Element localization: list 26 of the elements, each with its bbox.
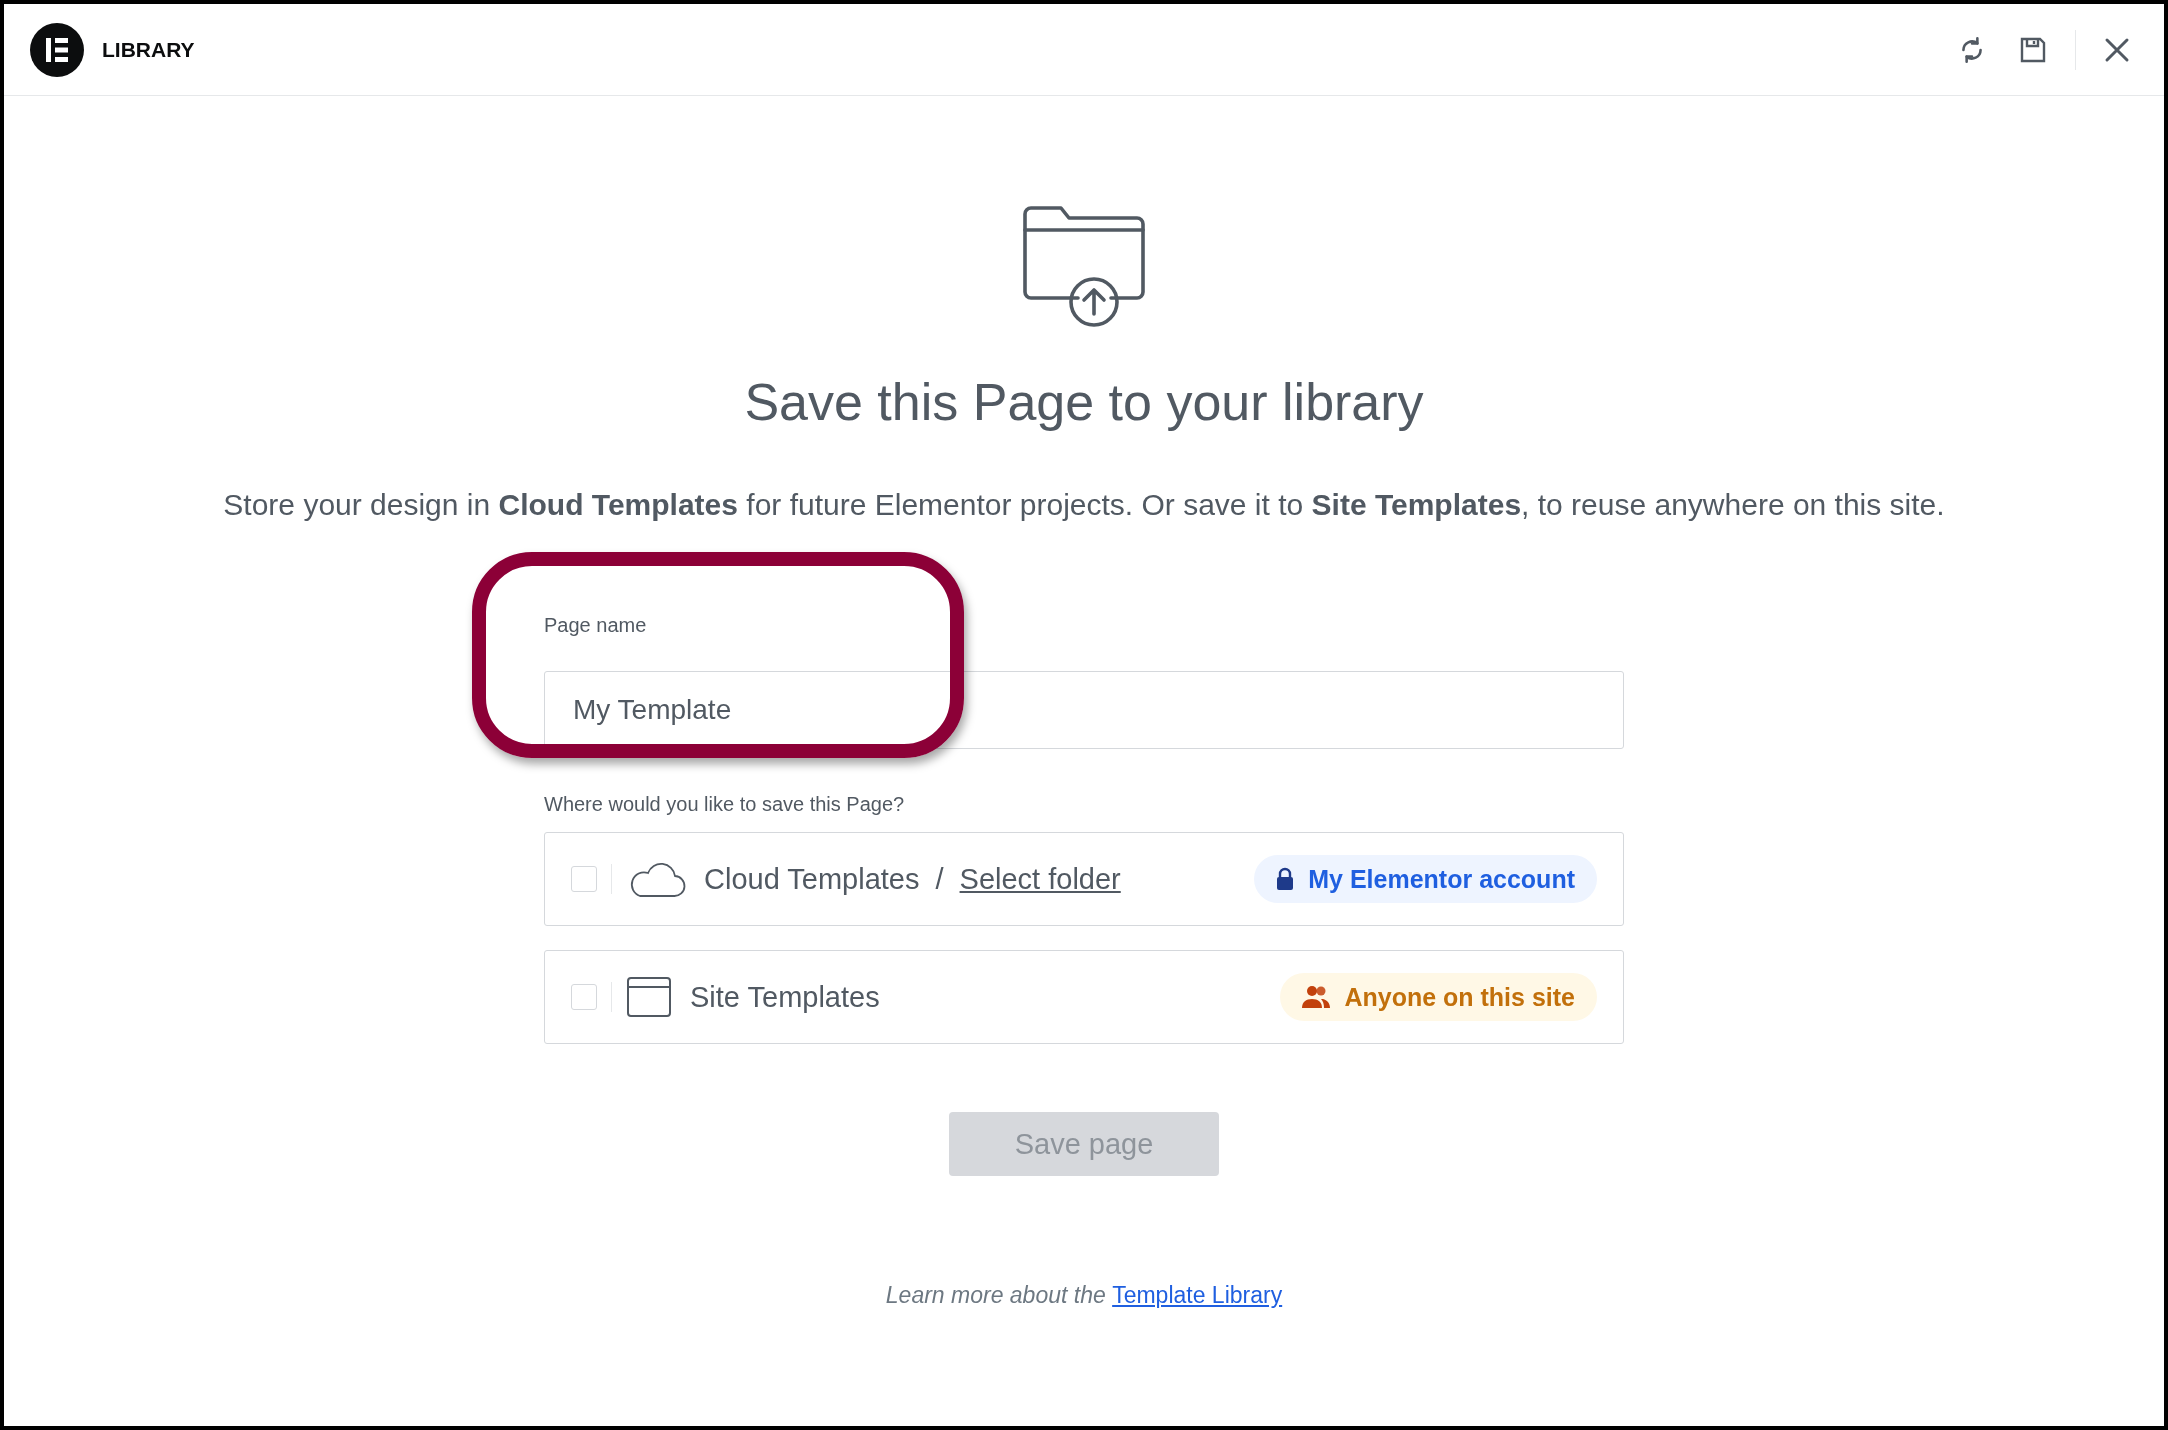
save-icon <box>2019 35 2047 64</box>
checkbox[interactable] <box>571 984 597 1010</box>
description-text: Store your design in Cloud Templates for future Elementor projects. Or save it to Site Templates, to reuse anywhere on this site. <box>223 488 1945 522</box>
select-folder-link[interactable]: Select folder <box>959 862 1121 896</box>
template-library-link[interactable]: Template Library <box>1112 1282 1283 1308</box>
badge-text: Anyone on this site <box>1344 982 1575 1012</box>
field-label: Where would you like to save this Page? <box>544 793 906 816</box>
logo-icon <box>30 22 84 77</box>
browser-window-icon <box>626 976 672 1018</box>
location-option[interactable]: Cloud Templates / Select folder My Elementor account <box>544 832 1624 926</box>
lock-icon <box>1276 867 1295 891</box>
close-icon <box>2104 36 2130 63</box>
users-icon <box>1302 985 1331 1009</box>
location-option[interactable]: Site Templates Anyone on this site <box>544 950 1624 1044</box>
checkbox[interactable] <box>571 866 597 892</box>
page-name-field[interactable]: My Template <box>544 671 1624 749</box>
option-label: Site Templates <box>690 980 880 1014</box>
option-label: Cloud Templates <box>704 862 920 896</box>
badge-text: My Elementor account <box>1308 864 1575 894</box>
library-title: LIBRARY <box>102 37 195 62</box>
folder-upload-icon <box>1023 206 1145 328</box>
page-heading: Save this Page to your library <box>744 372 1424 432</box>
footer-text: Learn more about the Template Library <box>885 1282 1283 1309</box>
refresh-icon <box>1959 34 1985 65</box>
path-separator: / <box>935 862 944 896</box>
field-label: Page name <box>544 614 648 637</box>
